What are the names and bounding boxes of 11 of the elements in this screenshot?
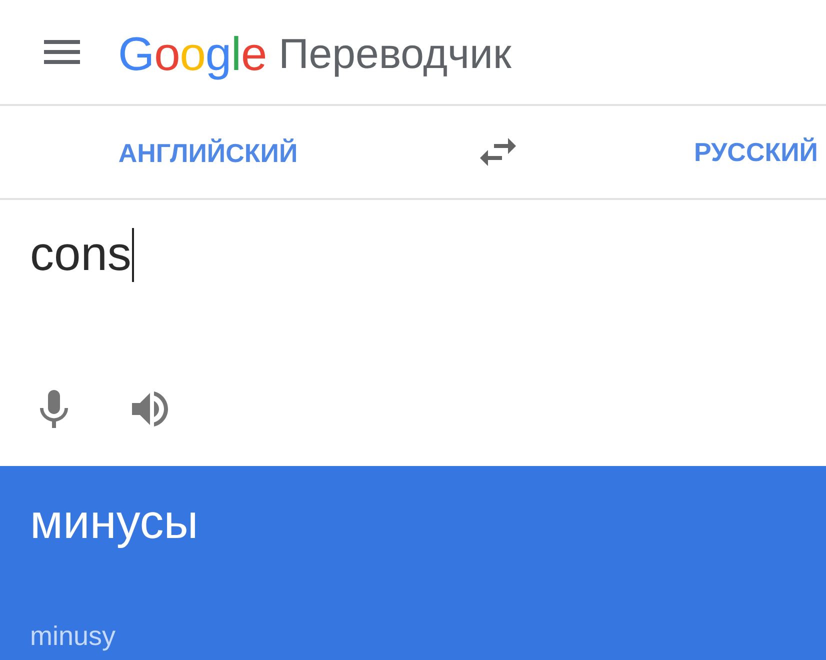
logo: Google (118, 26, 267, 82)
target-language[interactable]: РУССКИЙ (694, 136, 818, 166)
menu-icon[interactable] (44, 40, 80, 64)
microphone-icon[interactable] (40, 390, 68, 428)
source-language[interactable]: АНГЛИЙСКИЙ (118, 138, 298, 168)
app-title: Переводчик (278, 29, 512, 79)
swap-arrows-icon[interactable] (480, 138, 516, 166)
translation-text: минусы (30, 495, 198, 551)
transliteration-text: minusy (30, 621, 116, 651)
source-text-field[interactable]: cons (30, 227, 796, 283)
speaker-icon[interactable] (132, 391, 168, 427)
